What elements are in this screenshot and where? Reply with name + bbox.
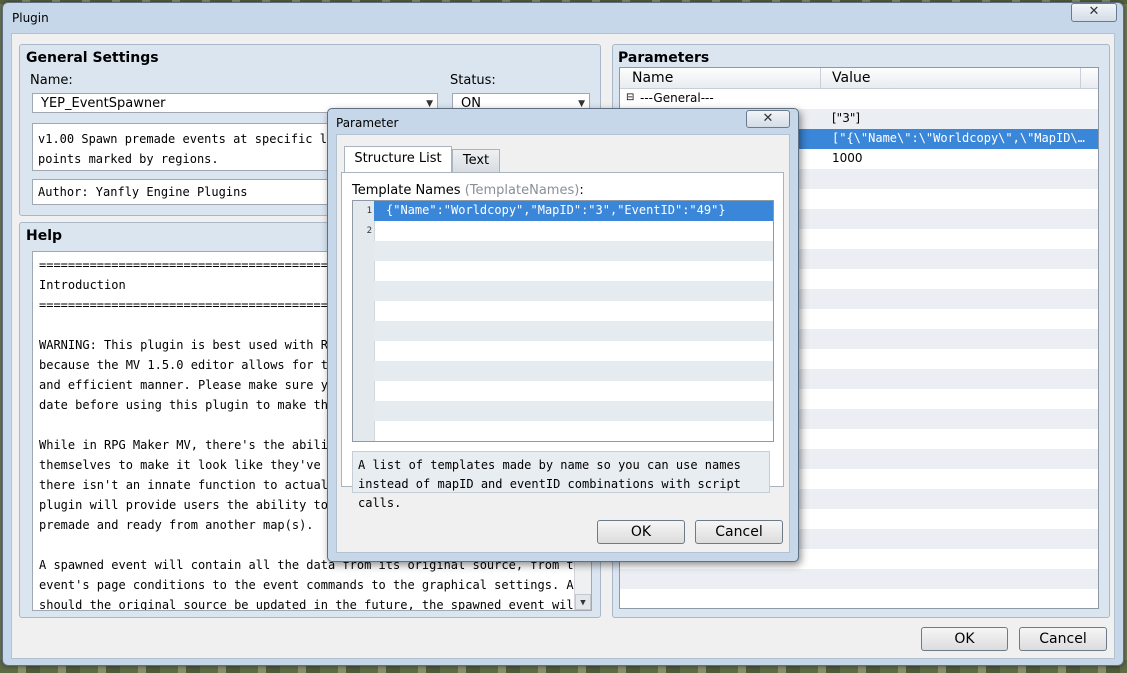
- editor-line[interactable]: [374, 221, 773, 241]
- plugin-name-value: YEP_EventSpawner: [41, 96, 166, 111]
- help-line: plugin will provide users the ability to…: [39, 498, 350, 512]
- help-line: premade and ready from another map(s).: [39, 518, 314, 532]
- editor-line: [374, 281, 773, 301]
- help-line: Introduction: [39, 278, 126, 292]
- editor-line[interactable]: {"Name":"Worldcopy","MapID":"3","EventID…: [374, 201, 773, 221]
- editor-line-text: {"Name":"Worldcopy","MapID":"3","EventID…: [386, 203, 726, 217]
- dialog-cancel-button[interactable]: Cancel: [695, 520, 783, 544]
- window-title: Plugin: [12, 11, 49, 25]
- description-line: A list of templates made by name so you …: [358, 458, 741, 472]
- collapse-icon[interactable]: ⊟: [626, 92, 634, 103]
- editor-line: [374, 241, 773, 261]
- help-line: should the original source be updated in…: [39, 598, 581, 611]
- line-number-gutter: 1 2: [353, 201, 375, 441]
- column-divider: [1080, 68, 1081, 88]
- param-value: 1000: [832, 151, 863, 165]
- dialog-ok-button[interactable]: OK: [597, 520, 685, 544]
- table-row: [620, 569, 1098, 589]
- help-line: While in RPG Maker MV, there's the abili…: [39, 438, 343, 452]
- tab-text[interactable]: Text: [452, 149, 500, 172]
- line-number: 1: [366, 206, 372, 216]
- author-text: Author: Yanfly Engine Plugins: [38, 185, 248, 199]
- status-label: Status:: [450, 73, 496, 88]
- column-header-name[interactable]: Name: [632, 70, 673, 86]
- editor-line: [374, 361, 773, 381]
- help-line: there isn't an innate function to actual…: [39, 478, 343, 492]
- dialog-close-button[interactable]: ✕: [746, 110, 790, 128]
- table-row: [620, 589, 1098, 608]
- table-header: Name Value: [620, 68, 1098, 89]
- field-label-text: Template Names: [352, 183, 461, 198]
- param-value: ["{\"Name\":\"Worldcopy\",\"MapID\…: [832, 131, 1085, 145]
- description-line: instead of mapID and eventID combination…: [358, 477, 741, 510]
- editor-line: [374, 401, 773, 421]
- structure-list-panel: Template Names (TemplateNames): 1 2 {"Na…: [341, 172, 784, 510]
- help-line: and efficient manner. Please make sure y…: [39, 378, 350, 392]
- help-line: date before using this plugin to make th…: [39, 398, 350, 412]
- window-close-button[interactable]: ✕: [1071, 3, 1117, 22]
- field-colon: :: [579, 183, 584, 198]
- dialog-title: Parameter: [336, 116, 399, 130]
- table-row[interactable]: ⊟ ---General---: [620, 89, 1098, 109]
- column-divider: [820, 68, 821, 88]
- general-settings-title: General Settings: [26, 50, 159, 66]
- editor-line: [374, 321, 773, 341]
- field-key: (TemplateNames): [464, 183, 580, 198]
- help-line: event's page conditions to the event com…: [39, 578, 589, 592]
- help-line: because the MV 1.5.0 editor allows for t…: [39, 358, 350, 372]
- cancel-button[interactable]: Cancel: [1019, 627, 1107, 651]
- template-names-editor[interactable]: 1 2 {"Name":"Worldcopy","MapID":"3","Eve…: [352, 200, 774, 442]
- field-label: Template Names (TemplateNames):: [352, 183, 584, 198]
- scroll-down-icon[interactable]: ▼: [575, 594, 591, 610]
- name-label: Name:: [30, 73, 73, 88]
- close-icon: ✕: [1088, 4, 1100, 19]
- parameter-description: A list of templates made by name so you …: [352, 451, 770, 510]
- ok-button[interactable]: OK: [921, 627, 1008, 651]
- param-name: ---General---: [640, 91, 714, 105]
- column-header-value[interactable]: Value: [832, 70, 870, 86]
- help-line: WARNING: This plugin is best used with R…: [39, 338, 357, 352]
- help-line: themselves to make it look like they've …: [39, 458, 350, 472]
- parameter-dialog: Parameter ✕ Structure List Text Template…: [327, 108, 799, 562]
- help-title: Help: [26, 228, 63, 244]
- parameters-title: Parameters: [618, 50, 710, 66]
- close-icon: ✕: [762, 111, 774, 126]
- line-number: 2: [366, 226, 372, 236]
- dialog-body: Structure List Text Template Names (Temp…: [336, 134, 790, 553]
- tab-structure-list[interactable]: Structure List: [344, 146, 452, 173]
- param-value: ["3"]: [832, 111, 861, 125]
